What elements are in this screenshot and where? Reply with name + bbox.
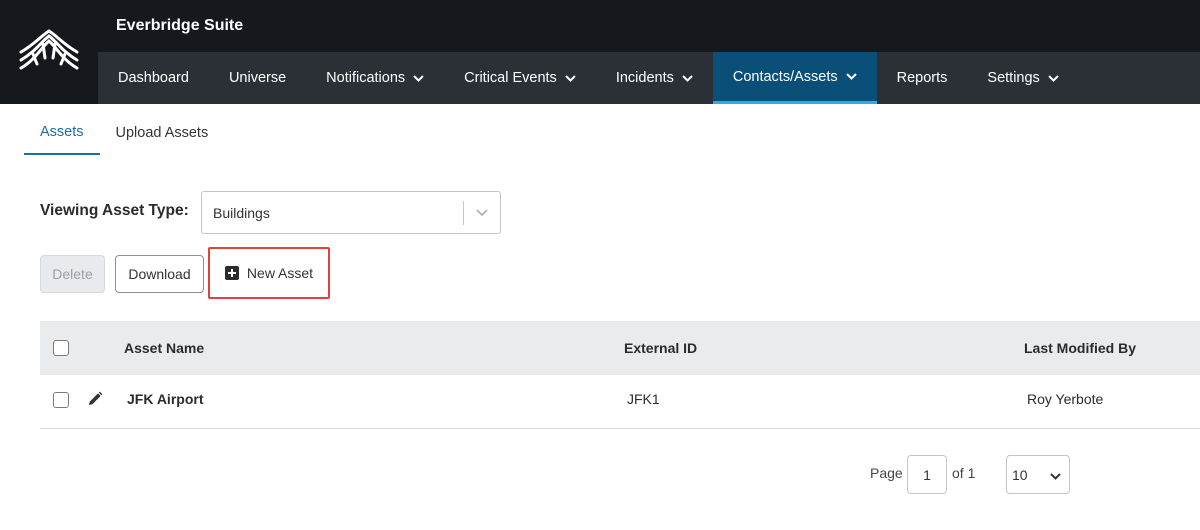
new-asset-button[interactable]: New Asset xyxy=(208,247,330,299)
nav-notifications[interactable]: Notifications xyxy=(306,52,444,104)
nav-label: Critical Events xyxy=(464,70,557,86)
select-all-checkbox[interactable] xyxy=(53,340,69,356)
chevron-down-icon xyxy=(565,74,576,82)
table-header: Asset Name External ID Last Modified By xyxy=(40,321,1200,375)
page-label: Page xyxy=(870,465,903,481)
asset-name-cell[interactable]: JFK Airport xyxy=(127,391,203,407)
delete-button[interactable]: Delete xyxy=(40,255,105,293)
column-header-last-modified-by[interactable]: Last Modified By xyxy=(1024,340,1136,356)
nav-label: Notifications xyxy=(326,70,406,86)
column-header-asset-name[interactable]: Asset Name xyxy=(124,340,204,356)
nav-critical-events[interactable]: Critical Events xyxy=(444,52,596,104)
nav-incidents[interactable]: Incidents xyxy=(596,52,713,104)
nav-label: Settings xyxy=(987,70,1040,86)
nav-label: Contacts/Assets xyxy=(732,68,838,85)
pencil-icon[interactable] xyxy=(87,391,103,412)
asset-type-select[interactable]: Buildings xyxy=(201,191,501,234)
app-title: Everbridge Suite xyxy=(116,17,244,34)
nav-label: Universe xyxy=(228,70,287,86)
nav-label: Dashboard xyxy=(118,70,189,86)
tab-assets[interactable]: Assets xyxy=(24,110,100,155)
nav-settings[interactable]: Settings xyxy=(967,52,1078,104)
nav-label: Incidents xyxy=(615,70,674,86)
nav-universe[interactable]: Universe xyxy=(209,52,306,104)
external-id-cell: JFK1 xyxy=(627,391,660,407)
top-header: Everbridge Suite Dashboard Universe Noti… xyxy=(0,0,1200,104)
chevron-down-icon xyxy=(1048,74,1059,82)
everbridge-logo[interactable] xyxy=(0,0,98,104)
nav-reports[interactable]: Reports xyxy=(877,52,968,104)
chevron-down-icon[interactable] xyxy=(464,208,500,217)
nav-contacts-assets[interactable]: Contacts/Assets xyxy=(712,52,877,104)
table-row[interactable]: JFK Airport JFK1 Roy Yerbote xyxy=(40,375,1200,429)
column-header-external-id[interactable]: External ID xyxy=(624,340,697,356)
page-total-label: of 1 xyxy=(952,465,976,481)
chevron-down-icon xyxy=(1050,467,1061,483)
page-size-value: 10 xyxy=(1012,466,1028,483)
new-asset-label: New Asset xyxy=(246,265,314,281)
nav-label: Reports xyxy=(896,70,948,86)
chevron-down-icon xyxy=(682,74,693,82)
main-nav: Dashboard Universe Notifications Critica… xyxy=(98,52,1200,104)
chevron-down-icon xyxy=(845,73,857,80)
asset-type-label: Viewing Asset Type: xyxy=(40,202,189,219)
tab-upload-assets[interactable]: Upload Assets xyxy=(100,110,225,155)
download-button[interactable]: Download xyxy=(115,255,204,293)
asset-subtabs: Assets Upload Assets xyxy=(24,110,224,155)
plus-square-icon xyxy=(224,266,239,280)
last-modified-by-cell: Roy Yerbote xyxy=(1027,391,1104,407)
page-size-select[interactable]: 10 xyxy=(1006,455,1070,494)
chevron-down-icon xyxy=(413,74,424,82)
page-number-input[interactable] xyxy=(907,455,947,494)
nav-dashboard[interactable]: Dashboard xyxy=(98,52,209,104)
row-checkbox[interactable] xyxy=(53,392,69,408)
logo-icon xyxy=(19,29,79,70)
asset-type-value: Buildings xyxy=(213,204,270,221)
